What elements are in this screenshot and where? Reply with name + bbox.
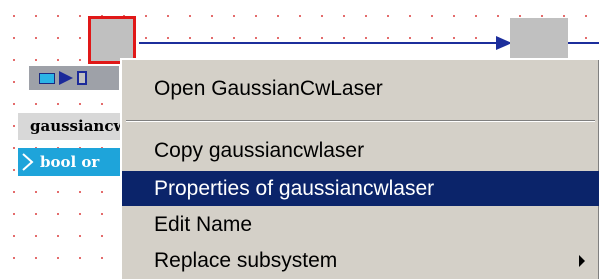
chevron-right-icon — [22, 153, 34, 171]
block-name-label[interactable]: gaussiancwlaser — [18, 113, 120, 140]
submenu-arrow-icon — [579, 255, 585, 267]
context-menu: Open GaussianCwLaser Copy gaussiancwlase… — [120, 58, 599, 279]
block-icon-strip — [29, 66, 119, 90]
menu-item-replace-subsystem[interactable]: Replace subsystem — [122, 243, 599, 278]
menu-separator — [126, 120, 595, 122]
menu-item-properties[interactable]: Properties of gaussiancwlaser — [122, 171, 599, 206]
arrow-right-icon — [59, 71, 73, 85]
selected-block[interactable] — [88, 16, 136, 64]
port-type-label: bool or — [40, 153, 100, 171]
menu-item-copy[interactable]: Copy gaussiancwlaser — [122, 133, 599, 168]
menu-item-edit-name[interactable]: Edit Name — [122, 207, 599, 242]
menu-item-open[interactable]: Open GaussianCwLaser — [122, 71, 599, 106]
downstream-block[interactable] — [510, 18, 568, 62]
connection-wire[interactable] — [139, 42, 509, 44]
port-type-tag[interactable]: bool or — [18, 148, 120, 176]
port-square-icon — [39, 72, 55, 84]
output-wire[interactable] — [568, 42, 599, 44]
menu-item-replace-label: Replace subsystem — [154, 249, 338, 272]
block-small-icon — [77, 71, 87, 85]
